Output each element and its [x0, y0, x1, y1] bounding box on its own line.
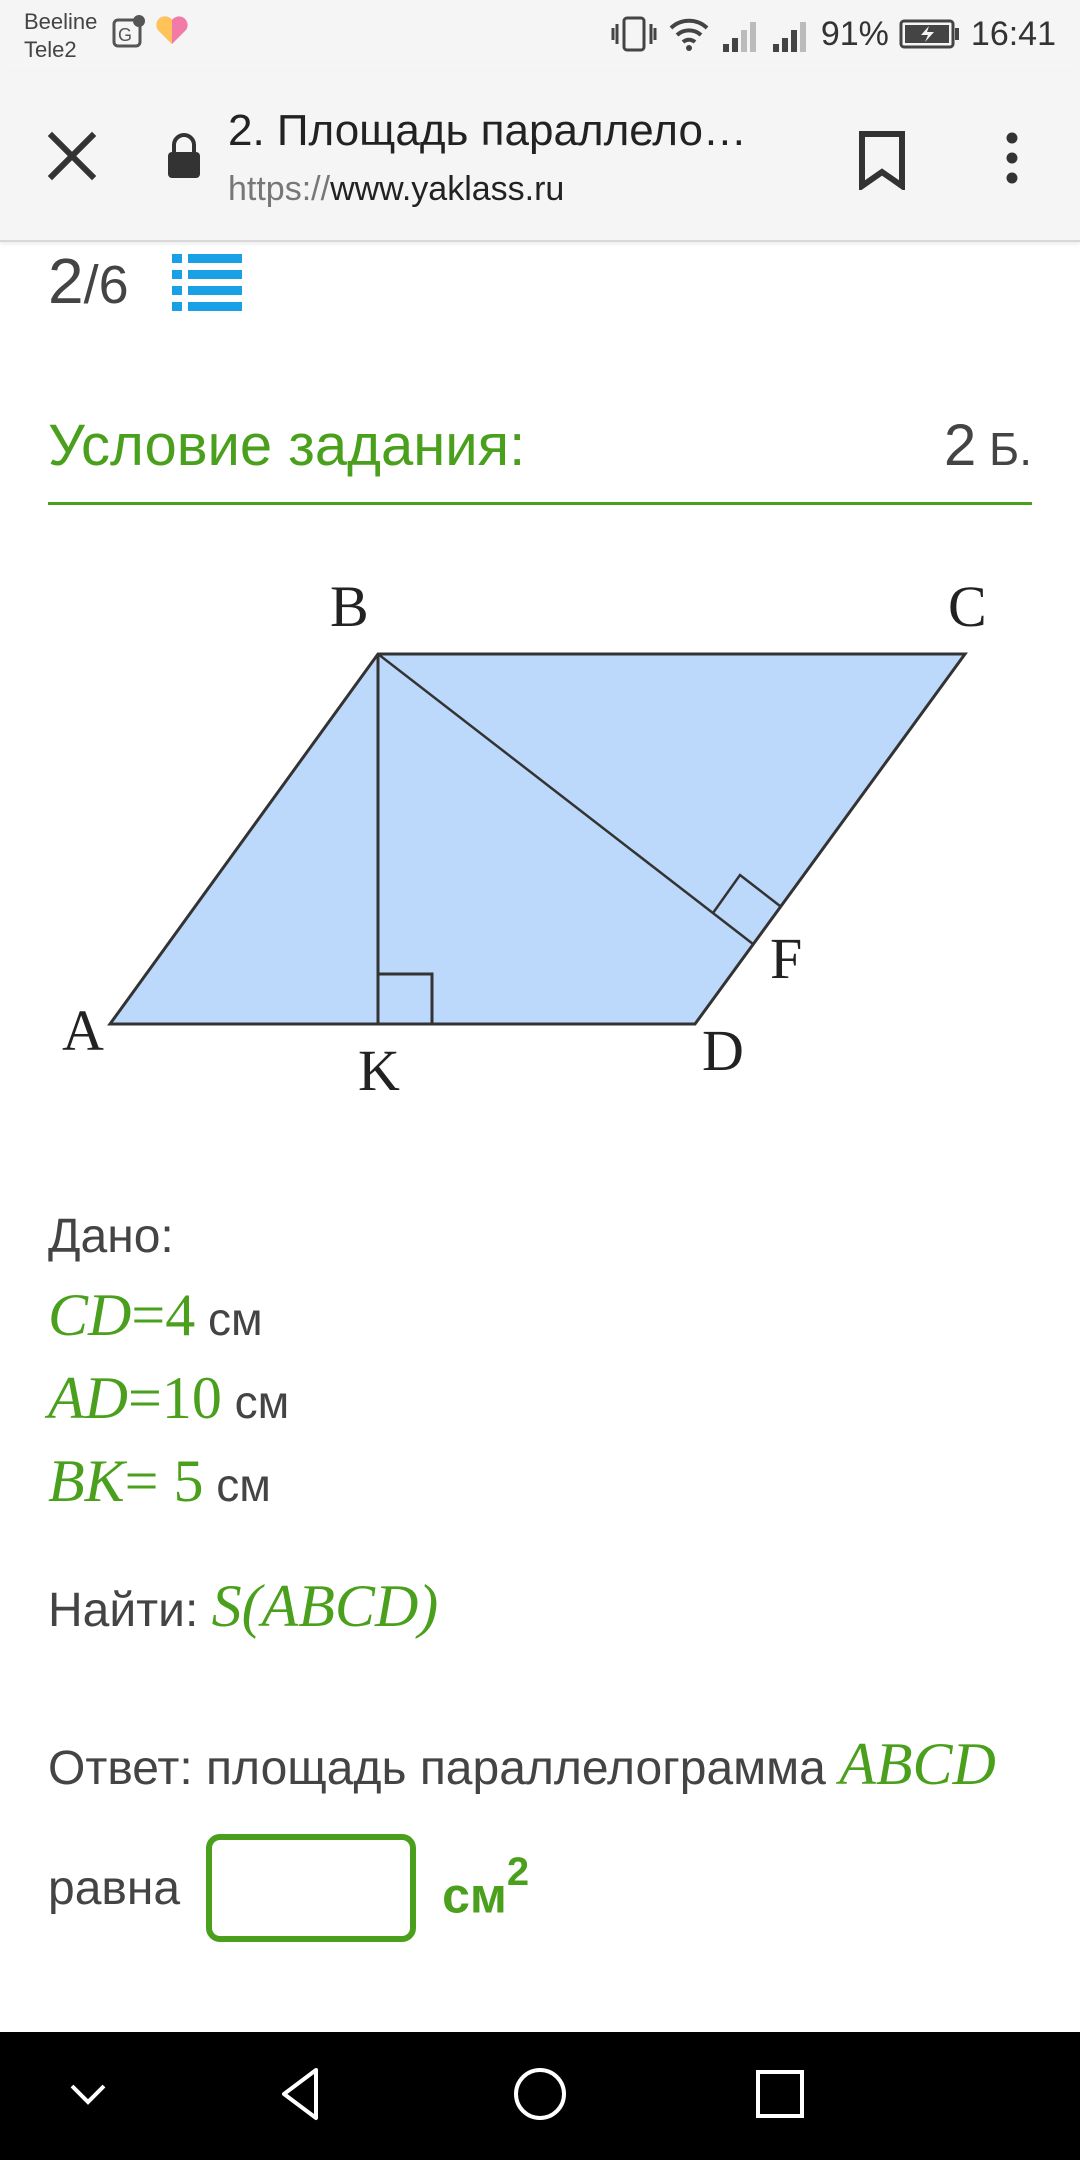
back-icon[interactable]	[270, 2062, 334, 2126]
vertex-label-A: A	[62, 998, 104, 1063]
answer-expression: ABCD	[839, 1731, 996, 1797]
vertex-label-C: C	[948, 574, 987, 639]
more-vert-icon[interactable]	[994, 128, 1030, 188]
given-cd-unit: см	[195, 1293, 263, 1345]
clock: 16:41	[970, 14, 1056, 53]
location-g-icon: G	[112, 15, 145, 48]
parallelogram-figure: A B C D K F	[62, 574, 987, 1100]
recents-icon[interactable]	[748, 2062, 812, 2126]
url-protocol: https://	[228, 170, 331, 208]
battery-icon	[899, 19, 959, 49]
given-ad-value: =10	[127, 1365, 222, 1431]
url-host: www.yaklass.ru	[330, 170, 565, 208]
given-bk: BK= 5 см	[48, 1442, 289, 1525]
parallelogram-ABCD	[107, 652, 968, 1026]
given-label: Дано:	[48, 1210, 174, 1263]
carrier-names: Beeline Tele2	[24, 8, 97, 64]
given-cd-var: CD	[48, 1282, 132, 1348]
counter-total: /6	[83, 255, 129, 315]
given-bk-value: = 5	[124, 1448, 204, 1514]
answer-prefix: Ответ: площадь параллелограмма	[48, 1742, 840, 1795]
given-ad: AD=10 см	[48, 1359, 289, 1442]
given-cd-value: =4	[131, 1282, 196, 1348]
battery-percent: 91%	[820, 14, 889, 53]
status-right: 91% 16:41	[611, 14, 1056, 54]
bookmark-icon[interactable]	[856, 130, 908, 190]
answer-line-1: Ответ: площадь параллелограмма ABCD	[48, 1730, 1048, 1799]
answer-unit-exponent: 2	[506, 1849, 530, 1894]
status-bar: Beeline Tele2 G 91% 16:41	[0, 0, 1080, 72]
points-value: 2	[943, 413, 977, 478]
lock-icon[interactable]	[166, 132, 202, 180]
given-cd: CD=4 см	[48, 1276, 289, 1359]
svg-text:G: G	[118, 25, 132, 45]
given-ad-unit: см	[221, 1376, 290, 1428]
point-label-K: K	[358, 1038, 400, 1100]
points-unit: Б.	[976, 423, 1032, 475]
find-label: Найти:	[48, 1584, 212, 1637]
task-counter: 2/6	[48, 244, 129, 318]
answer-input[interactable]	[206, 1834, 417, 1942]
chevron-down-icon[interactable]	[56, 2062, 120, 2126]
signal-icon-2	[772, 22, 806, 52]
find-expression: S(ABCD)	[211, 1573, 439, 1639]
signal-icon-1	[722, 22, 756, 52]
answer-unit: см2	[442, 1850, 529, 1925]
carrier-2: Tele2	[24, 37, 77, 62]
given-block: Дано: CD=4 см AD=10 см BK= 5 см	[48, 1198, 289, 1525]
close-icon[interactable]	[42, 126, 102, 186]
section-title: Условие задания:	[48, 413, 526, 478]
given-bk-unit: см	[203, 1459, 271, 1511]
system-nav-bar	[0, 2032, 1080, 2160]
answer-equals-label: равна	[48, 1861, 181, 1915]
section-divider	[48, 502, 1032, 505]
heart-icon	[156, 16, 188, 44]
given-bk-var: BK	[48, 1448, 125, 1514]
vibrate-icon	[611, 16, 657, 52]
vertex-label-B: B	[330, 574, 369, 639]
find-block: Найти: S(ABCD)	[48, 1572, 438, 1641]
page-url[interactable]: https://www.yaklass.ru	[228, 170, 564, 209]
answer-line-2: равна см2	[48, 1834, 529, 1942]
wifi-icon	[669, 18, 709, 51]
home-icon[interactable]	[508, 2062, 572, 2126]
page-title[interactable]: 2. Площадь параллело…	[228, 106, 808, 156]
carrier-1: Beeline	[24, 9, 98, 34]
answer-unit-base: см	[442, 1867, 507, 1924]
point-label-F: F	[770, 926, 802, 991]
points: 2 Б.	[944, 412, 1032, 479]
given-ad-var: AD	[48, 1365, 128, 1431]
browser-toolbar: 2. Площадь параллело… https://www.yaklas…	[0, 72, 1080, 242]
counter-current: 2	[48, 245, 84, 317]
vertex-label-D: D	[702, 1018, 744, 1083]
list-icon[interactable]	[172, 252, 242, 314]
